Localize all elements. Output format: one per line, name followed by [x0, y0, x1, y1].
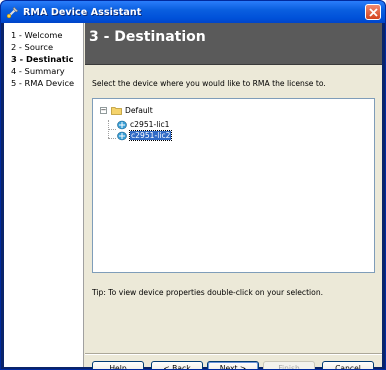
tree-node-device[interactable]: c2951-lic1: [117, 119, 169, 130]
step-source: 2 - Source: [11, 42, 54, 52]
tip-text: Tip: To view device properties double-cl…: [92, 288, 324, 297]
back-button[interactable]: < Back: [151, 361, 203, 369]
dialog-client-area: 1 - Welcome 2 - Source 3 - Destinatic 4 …: [4, 23, 382, 369]
close-icon: [368, 7, 378, 17]
device-tree[interactable]: − Default c2951-lic1 c2951-lic2: [92, 98, 375, 273]
cancel-button[interactable]: Cancel: [322, 361, 374, 369]
instruction-text: Select the device where you would like t…: [92, 79, 326, 88]
step-summary: 4 - Summary: [11, 66, 65, 76]
page-header: 3 - Destination: [85, 23, 382, 65]
tree-guide-line: [108, 138, 116, 139]
folder-icon: [111, 106, 122, 115]
tree-node-default[interactable]: − Default: [100, 105, 153, 116]
button-separator: [85, 353, 382, 355]
window-title: RMA Device Assistant: [23, 6, 142, 18]
tree-node-label: c2951-lic1: [130, 120, 170, 129]
app-icon: [6, 6, 19, 19]
router-device-icon: [117, 120, 127, 130]
router-device-icon: [117, 131, 127, 141]
rma-device-assistant-window: RMA Device Assistant 1 - Welcome 2 - Sou…: [0, 0, 386, 370]
tree-guide-line: [108, 129, 116, 130]
page-title: 3 - Destination: [89, 29, 206, 45]
tree-node-label: Default: [125, 106, 153, 115]
next-button[interactable]: Next >: [207, 361, 259, 369]
tree-node-label-selected: c2951-lic2: [128, 130, 173, 141]
help-button[interactable]: Help: [92, 361, 144, 369]
step-destination: 3 - Destinatic: [11, 54, 74, 64]
title-bar[interactable]: RMA Device Assistant: [1, 1, 385, 23]
tree-node-device[interactable]: c2951-lic2: [117, 130, 173, 141]
steps-list: 1 - Welcome 2 - Source 3 - Destinatic 4 …: [4, 23, 84, 367]
collapse-expander-icon[interactable]: −: [100, 107, 107, 114]
step-welcome: 1 - Welcome: [11, 30, 63, 40]
step-rma-device: 5 - RMA Device: [11, 78, 75, 88]
close-button[interactable]: [365, 4, 381, 20]
finish-button[interactable]: Finish: [263, 361, 315, 369]
